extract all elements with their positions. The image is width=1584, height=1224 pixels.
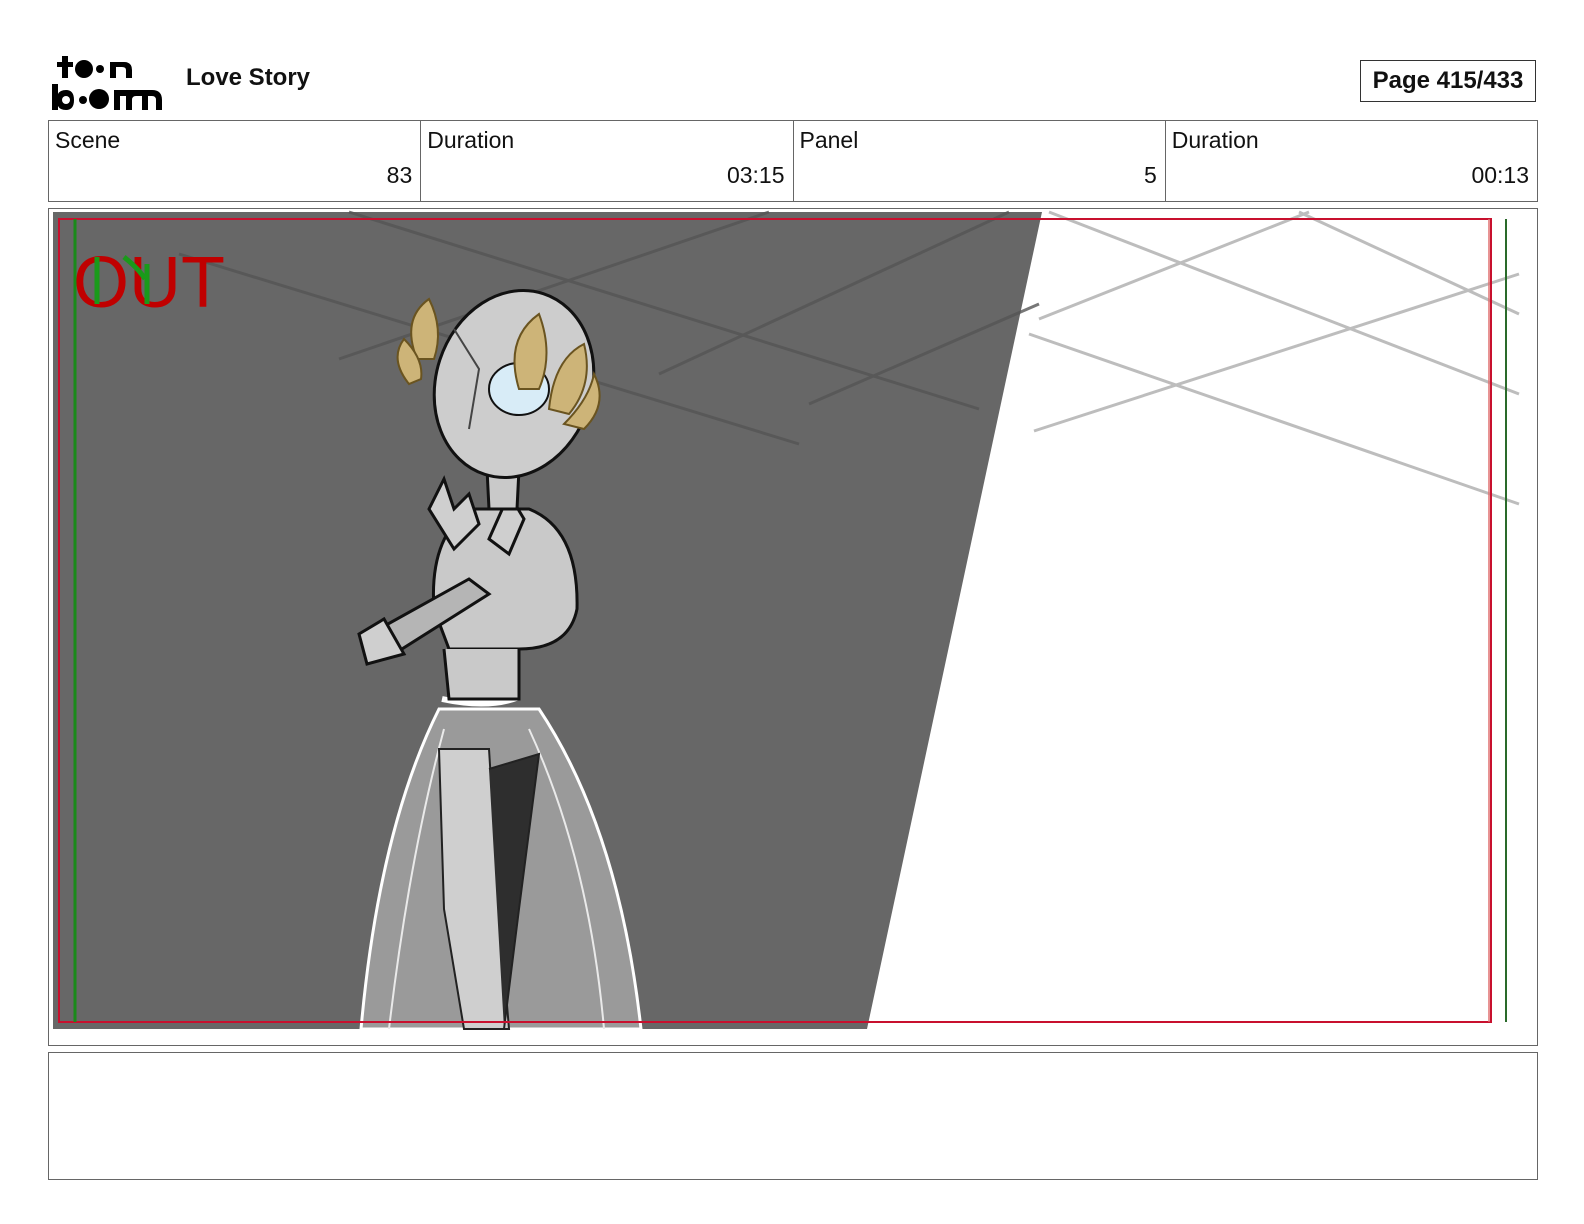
panel-duration-value: 00:13 [1471, 162, 1529, 188]
scene-cell: Scene 83 [49, 121, 422, 201]
storyboard-info-row: Scene 83 Duration 03:15 Panel 5 Duration… [48, 120, 1538, 202]
panel-cell: Panel 5 [794, 121, 1166, 201]
scene-duration-label: Duration [427, 127, 515, 153]
project-title: Love Story [186, 64, 311, 91]
panel-label: Panel [799, 127, 859, 153]
scene-duration-cell: Duration 03:15 [421, 121, 794, 201]
scene-label: Scene [55, 127, 121, 153]
storyboard-panel: OUT [48, 208, 1538, 1046]
scene-value: 83 [386, 162, 413, 188]
page-counter-label: Page 415/433 [1372, 67, 1524, 94]
scene-duration-value: 03:15 [726, 162, 785, 188]
panel-duration-cell: Duration 00:13 [1166, 121, 1537, 201]
panel-notes [48, 1052, 1538, 1180]
toon-boom-logo [52, 56, 162, 110]
panel-value: 5 [1143, 162, 1157, 188]
page-counter: Page 415/433 [1360, 60, 1536, 102]
panel-drawing: OUT [49, 209, 1537, 1045]
panel-duration-label: Duration [1171, 127, 1259, 153]
